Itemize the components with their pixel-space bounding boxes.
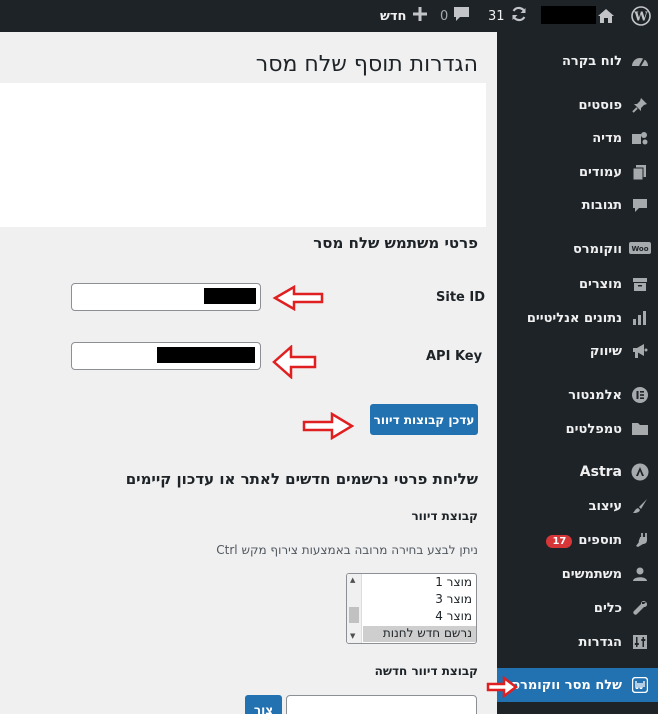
- scroll-down-arrow-icon[interactable]: ▼: [350, 632, 355, 640]
- multi-select-help-text: ניתן לבצע בחירה מרובה באמצעות צירוף מקש …: [216, 543, 478, 557]
- site-id-label: Site ID: [436, 290, 486, 305]
- annotation-arrow: [302, 412, 354, 440]
- dashboard-icon: [622, 53, 658, 69]
- sidebar-item-label: עמודים: [578, 164, 622, 180]
- plugin-brand-icon: [622, 677, 658, 693]
- sidebar-item-shlach-meser[interactable]: שלח מסר ווקומרס: [497, 668, 658, 702]
- sidebar-item-templates[interactable]: טמפלטים: [497, 412, 658, 446]
- create-group-button[interactable]: צור: [245, 695, 282, 714]
- sidebar-item-tools[interactable]: כלים: [497, 591, 658, 625]
- sidebar-item-label: משתמשים: [561, 566, 622, 582]
- sidebar-item-dashboard[interactable]: לוח בקרה: [497, 44, 658, 78]
- sidebar-item-label: מוצרים: [578, 276, 622, 292]
- megaphone-icon: [622, 343, 658, 359]
- mailing-group-select[interactable]: ▲ ▼ מוצר 1 מוצר 3 מוצר 4 נרשם חדש לחנות: [346, 573, 477, 644]
- admin-sidebar: לוח בקרה פוסטים מדיה עמודים תגובות Woo ו…: [497, 32, 658, 714]
- sidebar-item-label: פוסטים: [578, 97, 622, 113]
- comments-icon: [453, 6, 470, 26]
- notice-area: [0, 83, 486, 227]
- updates-link[interactable]: 31: [488, 0, 528, 32]
- scrollbar-thumb[interactable]: [349, 607, 359, 623]
- select-option-selected[interactable]: נרשם חדש לחנות: [363, 626, 476, 642]
- user-icon: [622, 566, 658, 582]
- sidebar-item-label: הגדרות: [578, 634, 622, 650]
- comments-count: 0: [440, 8, 449, 24]
- sidebar-item-label: אלמנטור: [568, 387, 622, 403]
- sidebar-item-label: תוספים 17: [497, 533, 622, 548]
- plugins-label: תוספים: [578, 532, 622, 548]
- new-content-link[interactable]: חדש: [380, 0, 428, 32]
- elementor-icon: [622, 387, 658, 403]
- section-subscribers-title: שליחת פרטי נרשמים חדשים לאתר או עדכון קי…: [125, 470, 478, 488]
- plus-icon: [413, 7, 428, 25]
- sidebar-item-label: מדיה: [592, 130, 622, 146]
- sidebar-item-label: שיווק: [589, 343, 622, 359]
- site-id-redacted-value: [204, 288, 256, 304]
- woo-icon: Woo: [622, 242, 658, 256]
- main-content: הגדרות תוסף שלח מסר פרטי משתמש שלח מסר S…: [0, 32, 497, 714]
- wrench-icon: [622, 600, 658, 616]
- updates-count: 31: [488, 8, 505, 24]
- sidebar-item-pages[interactable]: עמודים: [497, 155, 658, 189]
- select-option[interactable]: מוצר 1: [435, 575, 472, 591]
- svg-text:Woo: Woo: [631, 245, 648, 253]
- sidebar-item-label: Astra: [579, 464, 622, 480]
- pin-icon: [622, 97, 658, 113]
- sidebar-item-users[interactable]: משתמשים: [497, 557, 658, 591]
- api-key-label: API Key: [426, 349, 483, 364]
- updates-icon: [510, 5, 528, 27]
- sidebar-item-media[interactable]: מדיה: [497, 121, 658, 155]
- brush-icon: [622, 498, 658, 514]
- admin-bar: W 31 0 חדש: [0, 0, 658, 32]
- new-group-label: קבוצת דיוור חדשה: [374, 664, 478, 678]
- sidebar-item-settings[interactable]: הגדרות: [497, 625, 658, 659]
- scroll-up-arrow-icon[interactable]: ▲: [350, 576, 355, 584]
- select-scrollbar[interactable]: ▲ ▼: [347, 574, 362, 643]
- svg-text:W: W: [633, 10, 648, 24]
- folder-icon: [622, 422, 658, 436]
- new-group-input[interactable]: [286, 695, 477, 714]
- update-groups-button[interactable]: עדכן קבוצות דיוור: [370, 404, 478, 435]
- page-title: הגדרות תוסף שלח מסר: [255, 52, 478, 77]
- mailing-group-label: קבוצת דיוור: [411, 509, 478, 523]
- wordpress-logo-icon[interactable]: W: [628, 0, 654, 32]
- plugin-icon: [622, 532, 658, 548]
- settings-icon: [622, 634, 658, 650]
- site-name-redacted[interactable]: [541, 6, 596, 24]
- sidebar-item-appearance[interactable]: עיצוב: [497, 489, 658, 523]
- sidebar-item-label: טמפלטים: [565, 421, 622, 437]
- sidebar-item-posts[interactable]: פוסטים: [497, 88, 658, 122]
- select-option[interactable]: מוצר 3: [435, 592, 472, 608]
- pages-icon: [622, 164, 658, 181]
- sidebar-item-woocommerce[interactable]: Woo ווקומרס: [497, 232, 658, 266]
- sidebar-item-comments[interactable]: תגובות: [497, 188, 658, 222]
- sidebar-item-label: תגובות: [581, 197, 622, 213]
- astra-icon: [622, 463, 658, 481]
- archive-icon: [622, 276, 658, 292]
- sidebar-item-analytics[interactable]: נתונים אנליטיים: [497, 301, 658, 335]
- sidebar-item-marketing[interactable]: שיווק: [497, 334, 658, 368]
- media-icon: [622, 130, 658, 146]
- annotation-arrow: [272, 285, 324, 311]
- plugins-update-badge: 17: [546, 534, 573, 548]
- comment-icon: [622, 198, 658, 213]
- sidebar-item-label: ווקומרס: [572, 241, 622, 257]
- comments-link[interactable]: 0: [440, 0, 470, 32]
- select-option[interactable]: מוצר 4: [435, 609, 472, 625]
- annotation-arrow: [272, 345, 317, 379]
- api-key-redacted-value: [157, 347, 255, 363]
- sidebar-item-label: לוח בקרה: [561, 53, 622, 69]
- sidebar-item-astra[interactable]: Astra: [497, 455, 658, 489]
- sidebar-item-products[interactable]: מוצרים: [497, 267, 658, 301]
- section-user-details-title: פרטי משתמש שלח מסר: [313, 234, 478, 252]
- sidebar-item-plugins[interactable]: תוספים 17: [497, 523, 658, 557]
- sidebar-item-label: כלים: [593, 600, 622, 616]
- sidebar-item-label: נתונים אנליטיים: [526, 310, 622, 326]
- home-icon[interactable]: [594, 0, 618, 32]
- new-label: חדש: [380, 8, 407, 24]
- sidebar-item-elementor[interactable]: אלמנטור: [497, 378, 658, 412]
- chart-bar-icon: [622, 310, 658, 326]
- sidebar-item-label: עיצוב: [588, 498, 622, 514]
